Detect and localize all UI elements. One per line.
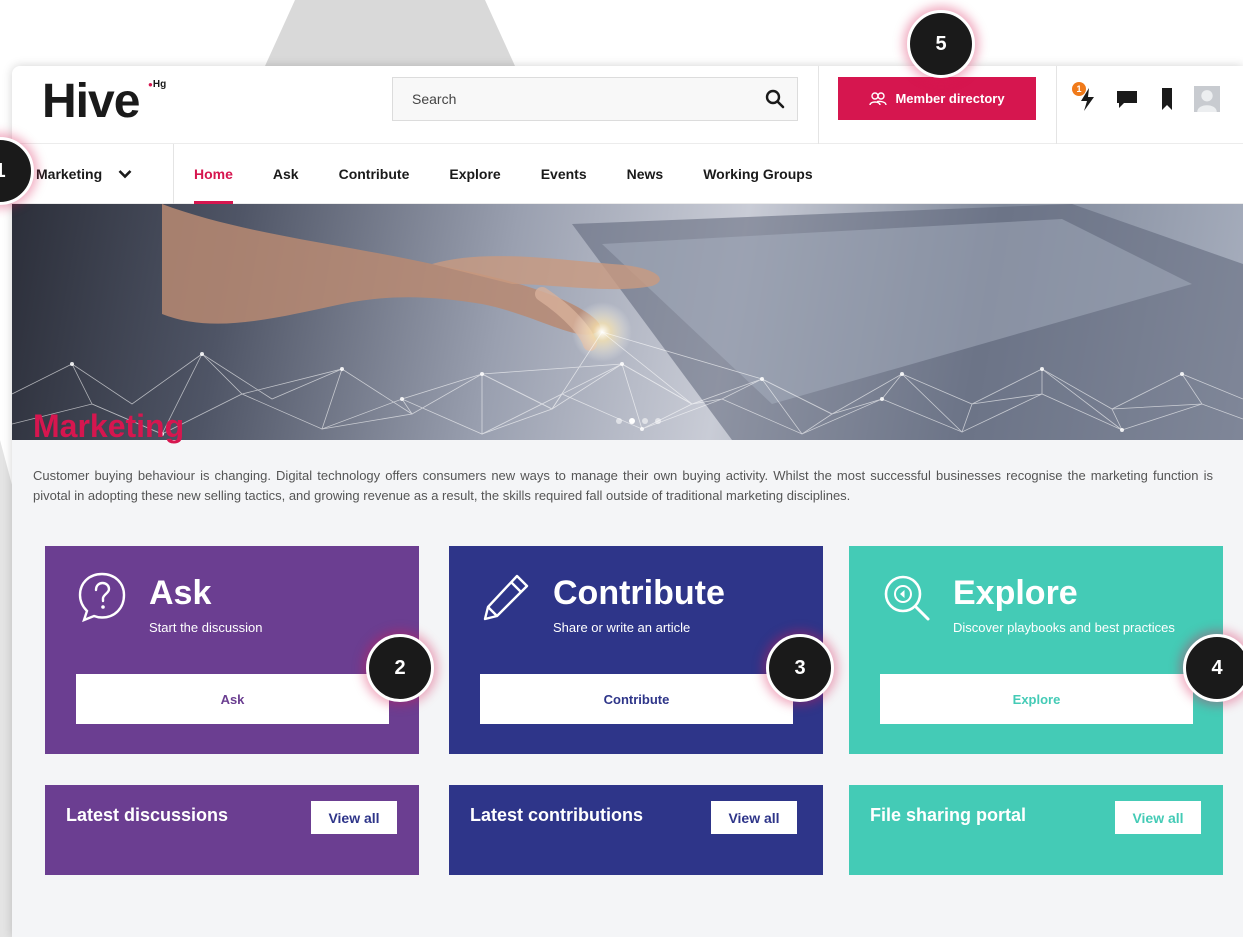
- main-nav: Marketing Home Ask Contribute Explore Ev…: [12, 144, 1243, 204]
- ask-card: Ask Start the discussion Ask: [45, 546, 419, 754]
- view-all-discussions-button[interactable]: View all: [311, 801, 397, 834]
- header: Hive ●Hg Member directory 1: [12, 66, 1243, 144]
- latest-contributions-panel: Latest contributions View all: [449, 785, 823, 875]
- file-sharing-panel: File sharing portal View all: [849, 785, 1223, 875]
- people-icon: [869, 91, 888, 105]
- view-all-files-button[interactable]: View all: [1115, 801, 1201, 834]
- ask-button[interactable]: Ask: [76, 674, 389, 724]
- nav-divider: [173, 144, 174, 204]
- callout-marker-2: 2: [366, 634, 434, 702]
- tab-events[interactable]: Events: [541, 144, 587, 204]
- hero-image: [12, 204, 1243, 440]
- explore-button[interactable]: Explore: [880, 674, 1193, 724]
- community-label: Marketing: [36, 166, 103, 182]
- contribute-button[interactable]: Contribute: [480, 674, 793, 724]
- carousel-dot-active[interactable]: [629, 418, 635, 424]
- nav-tabs: Home Ask Contribute Explore Events News …: [194, 144, 853, 204]
- member-directory-label: Member directory: [895, 91, 1005, 106]
- messages-icon[interactable]: [1114, 84, 1140, 114]
- tab-contribute[interactable]: Contribute: [339, 144, 410, 204]
- header-divider: [1056, 66, 1057, 144]
- contribute-card-title: Contribute: [553, 574, 725, 612]
- view-all-contributions-button[interactable]: View all: [711, 801, 797, 834]
- page-title: Marketing: [33, 408, 185, 444]
- header-divider: [818, 66, 819, 144]
- logo-superscript: ●Hg: [148, 79, 167, 90]
- hero-banner: [12, 204, 1243, 440]
- search-input[interactable]: [393, 78, 753, 120]
- search-box: [392, 77, 798, 121]
- notification-badge: 1: [1072, 82, 1086, 96]
- hive-logo[interactable]: Hive: [42, 74, 140, 129]
- latest-discussions-panel: Latest discussions View all: [45, 785, 419, 875]
- tab-explore[interactable]: Explore: [449, 144, 500, 204]
- callout-marker-5: 5: [907, 10, 975, 78]
- question-bubble-icon: [78, 572, 126, 623]
- page-description: Customer buying behaviour is changing. D…: [33, 468, 1213, 503]
- avatar[interactable]: [1194, 84, 1220, 114]
- carousel-dot[interactable]: [655, 418, 661, 424]
- carousel-dot[interactable]: [616, 418, 622, 424]
- magnifier-icon: [884, 575, 930, 621]
- notifications-icon[interactable]: 1: [1072, 82, 1100, 114]
- tab-ask[interactable]: Ask: [273, 144, 299, 204]
- tab-home[interactable]: Home: [194, 144, 233, 204]
- callout-marker-3: 3: [766, 634, 834, 702]
- background-shape-top: [265, 0, 515, 66]
- tab-working-groups[interactable]: Working Groups: [703, 144, 812, 204]
- file-sharing-title: File sharing portal: [870, 805, 1027, 825]
- latest-contributions-title: Latest contributions: [470, 805, 644, 825]
- ask-card-subtitle: Start the discussion: [149, 620, 263, 635]
- pencil-icon: [483, 574, 529, 621]
- latest-discussions-title: Latest discussions: [66, 805, 229, 825]
- chevron-down-icon: [118, 170, 132, 179]
- search-icon[interactable]: [765, 89, 785, 109]
- carousel-dots: [616, 418, 661, 424]
- header-icons: 1: [1072, 82, 1220, 116]
- bookmark-icon[interactable]: [1154, 84, 1180, 114]
- community-selector[interactable]: Marketing: [36, 144, 132, 204]
- explore-card-subtitle: Discover playbooks and best practices: [953, 620, 1175, 635]
- contribute-card-subtitle: Share or write an article: [553, 620, 691, 635]
- carousel-dot[interactable]: [642, 418, 648, 424]
- tab-news[interactable]: News: [627, 144, 664, 204]
- explore-card: Explore Discover playbooks and best prac…: [849, 546, 1223, 754]
- explore-card-title: Explore: [953, 574, 1078, 612]
- member-directory-button[interactable]: Member directory: [838, 77, 1036, 120]
- ask-card-title: Ask: [149, 574, 212, 612]
- callout-marker-4: 4: [1183, 634, 1243, 702]
- contribute-card: Contribute Share or write an article Con…: [449, 546, 823, 754]
